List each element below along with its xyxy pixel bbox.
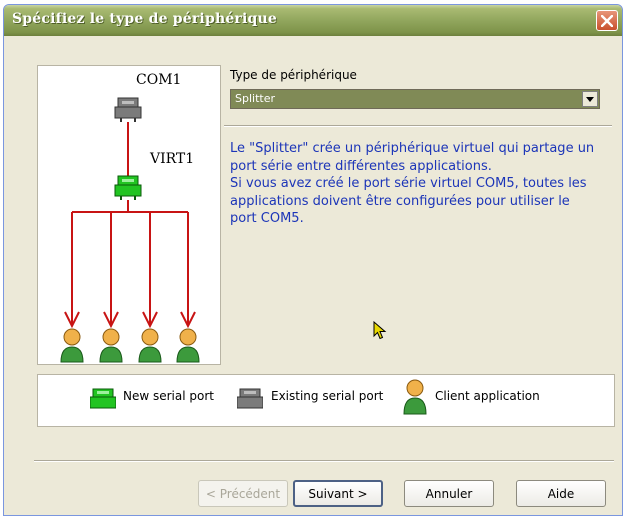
chevron-down-icon [586,96,594,102]
existing-port-legend-icon [237,388,263,409]
description-paragraph: Le "Splitter" crée un périphérique virtu… [230,141,595,174]
existing-port-icon [114,97,142,122]
close-icon [601,14,613,27]
title-bar[interactable]: Spécifiez le type de périphérique [4,5,622,36]
device-diagram: COM1 VIRT1 [37,65,221,365]
description-paragraph: Si vous avez créé le port série virtuel … [230,176,587,226]
splitter-arrows [64,200,196,329]
legend-new-port: New serial port [123,389,214,403]
cancel-button[interactable]: Annuler [404,480,494,507]
device-type-select[interactable]: Splitter [230,89,600,109]
client-app-icons [60,328,200,363]
separator [224,125,612,127]
client-app-legend-icon [403,379,427,415]
dialog-window: Spécifiez le type de périphérique COM1 V… [3,4,623,516]
next-button[interactable]: Suivant > [293,480,383,507]
dropdown-button[interactable] [582,91,598,107]
window-title: Spécifiez le type de périphérique [12,11,277,27]
mouse-cursor-icon [373,321,387,340]
back-button[interactable]: < Précédent [198,480,288,507]
close-button[interactable] [596,10,618,31]
legend-existing-port: Existing serial port [271,389,384,403]
separator [34,460,614,462]
dialog-client-area: COM1 VIRT1 Type de périphérique Splitter… [4,36,622,515]
splitter-diagram-graphic [60,97,200,363]
device-type-value: Splitter [235,92,275,105]
device-type-label: Type de périphérique [230,68,357,82]
new-port-legend-icon [90,388,116,409]
help-button[interactable]: Aide [516,480,606,507]
new-port-icon [114,175,142,200]
legend-client-app: Client application [435,389,540,403]
legend-panel: New serial port Existing serial port Cli… [37,374,615,427]
device-description: Le "Splitter" crée un périphérique virtu… [230,140,600,228]
